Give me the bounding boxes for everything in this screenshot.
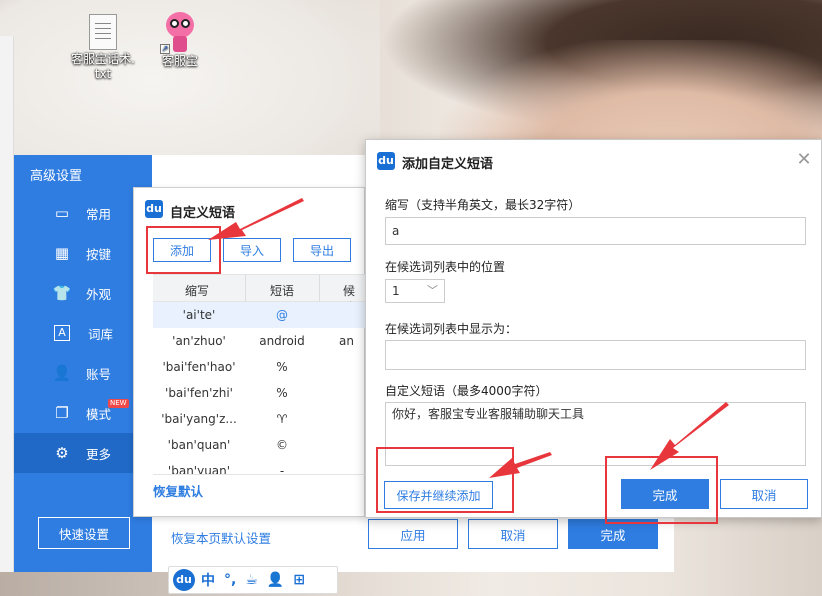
table-row[interactable]: 'bai'yang'z... ♈ xyxy=(153,406,366,432)
cell-phrase: % xyxy=(276,386,288,400)
keyboard-icon: ▦ xyxy=(54,244,70,262)
cell-phrase: ♈ xyxy=(276,412,288,426)
dialog-title: 自定义短语 xyxy=(170,206,236,221)
phrase-label: 自定义短语（最多4000字符） xyxy=(385,384,548,398)
table-row[interactable]: 'an'zhuo' android an xyxy=(153,328,366,354)
app-mascot-icon: ↗ xyxy=(160,12,198,54)
mode-icon: ❐ xyxy=(55,404,69,422)
baidu-input-logo-icon: du xyxy=(145,200,163,218)
desktop-icon-label-ext: txt xyxy=(94,67,112,81)
monitor-icon: ▭ xyxy=(54,204,70,222)
restore-page-defaults-link[interactable]: 恢复本页默认设置 xyxy=(171,528,271,547)
table-row[interactable]: 'ban'yuan' - xyxy=(153,458,366,474)
nav-item-dictionary[interactable]: A 词库 xyxy=(14,313,152,353)
grid-menu-icon[interactable]: ⊞ xyxy=(293,572,305,588)
baidu-input-logo-icon: du xyxy=(377,152,395,170)
cell-phrase: @ xyxy=(276,308,288,322)
desktop-icon-document[interactable]: 客服宝话术. txt xyxy=(70,14,136,82)
table-bottom-border xyxy=(153,474,366,475)
cell-abbr: 'ban'yuan' xyxy=(167,464,231,474)
cancel-button[interactable]: 取消 xyxy=(468,519,558,549)
cell-abbr: 'an'zhuo' xyxy=(172,334,226,348)
chinese-mode-icon[interactable]: 中 xyxy=(201,570,215,590)
cancel-button[interactable]: 取消 xyxy=(720,479,808,509)
display-input[interactable] xyxy=(385,340,806,370)
text-file-icon xyxy=(89,14,117,50)
shortcut-arrow-icon: ↗ xyxy=(160,44,170,54)
quick-setup-button[interactable]: 快速设置 xyxy=(38,517,130,549)
dialog-title: 添加自定义短语 xyxy=(402,157,494,172)
column-header-abbr[interactable]: 缩写 xyxy=(185,282,209,299)
abbr-label: 缩写（支持半角英文，最长32字符） xyxy=(385,198,581,212)
nav-item-mode[interactable]: ❐ 模式 NEW xyxy=(14,393,152,433)
cell-phrase: - xyxy=(279,464,285,474)
annotation-box-add xyxy=(146,226,221,274)
user-icon[interactable]: 👤 xyxy=(267,572,284,588)
chevron-down-icon: ﹀ xyxy=(427,284,438,297)
punctuation-icon[interactable]: °, xyxy=(224,572,236,588)
apply-button[interactable]: 应用 xyxy=(368,519,458,549)
nav-item-appearance[interactable]: 👕 外观 xyxy=(14,273,152,313)
cell-phrase: android xyxy=(259,334,305,348)
table-row[interactable]: 'bai'fen'hao' % xyxy=(153,354,366,380)
nav-item-account[interactable]: 👤 账号 xyxy=(14,353,152,393)
desktop-icon-app[interactable]: ↗ 客服宝 xyxy=(147,12,213,69)
shirt-icon: 👕 xyxy=(52,284,72,302)
nav-label: 外观 xyxy=(86,286,112,302)
table-header: 缩写 短语 候选 xyxy=(153,274,366,315)
new-badge: NEW xyxy=(108,399,129,408)
import-button[interactable]: 导入 xyxy=(223,238,281,262)
cell-phrase: © xyxy=(276,438,288,452)
cell-abbr: 'ban'quan' xyxy=(167,438,231,452)
settings-sidebar: 高级设置 ▭ 常用 ▦ 按键 👕 外观 A 词库 👤 账号 ❐ 模式 NEW ⚙… xyxy=(14,155,152,572)
nav-label: 词库 xyxy=(88,326,114,342)
annotation-box-done xyxy=(605,456,718,524)
export-button[interactable]: 导出 xyxy=(293,238,351,262)
display-label: 在候选词列表中显示为： xyxy=(385,322,518,336)
table-row[interactable]: 'ai'te' @ xyxy=(153,302,366,328)
background-window-edge xyxy=(0,36,14,572)
user-icon: 👤 xyxy=(52,364,72,382)
dictionary-icon: A xyxy=(54,325,70,341)
position-select[interactable]: 1 ﹀ xyxy=(385,279,445,303)
desktop-icon-label: 客服宝话术. xyxy=(71,52,135,66)
position-select-value: 1 xyxy=(392,284,400,298)
nav-item-more[interactable]: ⚙ 更多 xyxy=(14,433,152,473)
nav-item-keys[interactable]: ▦ 按键 xyxy=(14,233,152,273)
nav-label: 按键 xyxy=(86,246,112,262)
table-row[interactable]: 'bai'fen'zhi' % xyxy=(153,380,366,406)
position-label: 在候选词列表中的位置 xyxy=(385,260,506,274)
close-icon[interactable]: ✕ xyxy=(794,150,814,170)
nav-label: 常用 xyxy=(86,206,112,222)
skin-icon[interactable]: ☕ xyxy=(245,572,258,588)
desktop-icon-label: 客服宝 xyxy=(161,54,198,68)
annotation-box-save-continue xyxy=(376,447,514,513)
abbr-input[interactable]: a xyxy=(385,217,806,245)
cell-abbr: 'bai'yang'z... xyxy=(161,412,237,426)
cell-candidate: an xyxy=(339,334,354,348)
gear-icon: ⚙ xyxy=(55,444,69,462)
table-row[interactable]: 'ban'quan' © xyxy=(153,432,366,458)
column-header-phrase[interactable]: 短语 xyxy=(270,282,294,299)
nav-label: 账号 xyxy=(86,366,112,382)
cell-abbr: 'bai'fen'hao' xyxy=(162,360,236,374)
cell-abbr: 'bai'fen'zhi' xyxy=(165,386,233,400)
baidu-input-logo-icon[interactable]: du xyxy=(173,569,195,591)
cell-abbr: 'ai'te' xyxy=(182,308,216,322)
restore-default-link[interactable]: 恢复默认 xyxy=(153,481,203,500)
nav-item-common[interactable]: ▭ 常用 xyxy=(14,193,152,233)
ime-status-bar: du 中 °, ☕ 👤 ⊞ xyxy=(168,566,338,594)
settings-title: 高级设置 xyxy=(30,169,83,184)
nav-label: 更多 xyxy=(86,446,112,462)
cell-phrase: % xyxy=(276,360,288,374)
